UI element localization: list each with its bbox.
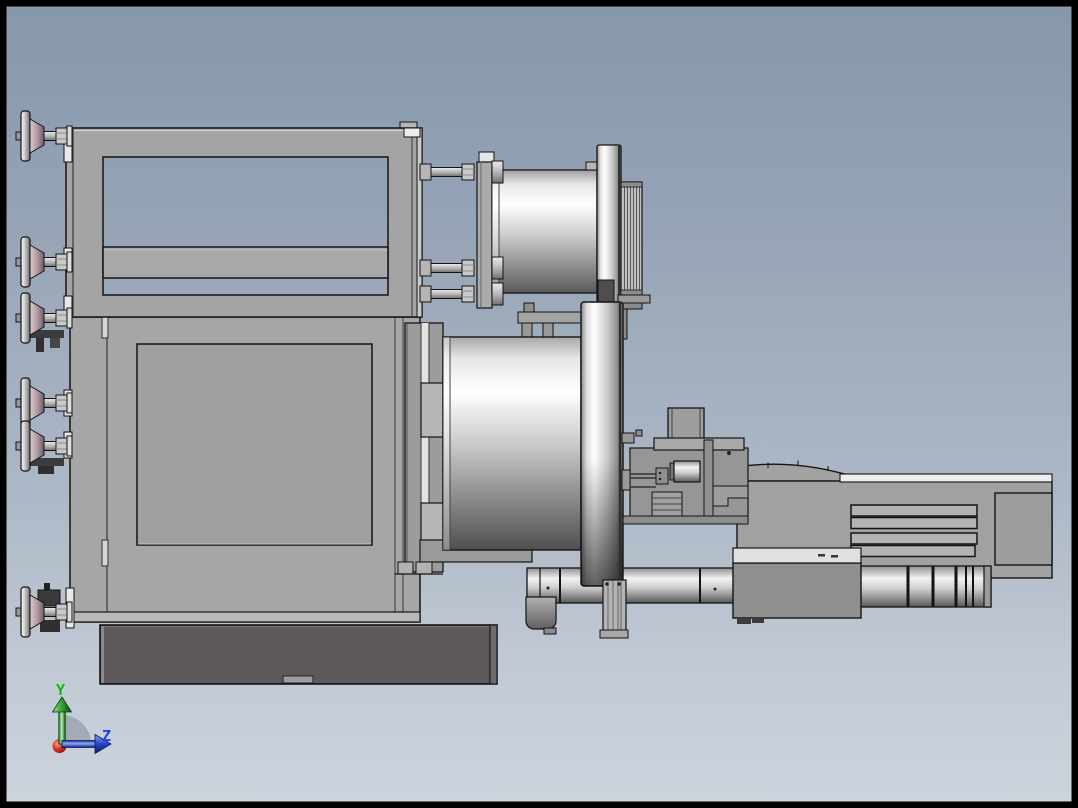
- front-flange-disc[interactable]: [580, 301, 624, 587]
- motor-mount-block[interactable]: [732, 547, 862, 624]
- housing-side-panel: [994, 492, 1053, 566]
- drive-shaft[interactable]: [526, 567, 741, 604]
- upper-frame-panel[interactable]: [65, 121, 423, 318]
- cad-3d-viewport[interactable]: Y Z: [0, 0, 1078, 808]
- z-axis-label: Z: [102, 727, 111, 745]
- frame-cross-member: [102, 246, 389, 279]
- lower-door-panel[interactable]: [69, 315, 421, 623]
- upper-drum-cylinder[interactable]: [491, 160, 599, 306]
- base-plate[interactable]: [99, 624, 498, 685]
- cad-viewer-window: Y Z: [0, 0, 1078, 808]
- support-leg[interactable]: [599, 579, 629, 639]
- shaft-foot: [525, 596, 557, 635]
- upper-flange-disc[interactable]: [596, 144, 622, 307]
- flange-plate: [476, 161, 493, 309]
- lower-drum-cylinder[interactable]: [442, 336, 582, 551]
- door-window-recess[interactable]: [136, 343, 373, 546]
- y-axis-label: Y: [56, 681, 65, 699]
- ribbed-coupling[interactable]: [857, 565, 992, 608]
